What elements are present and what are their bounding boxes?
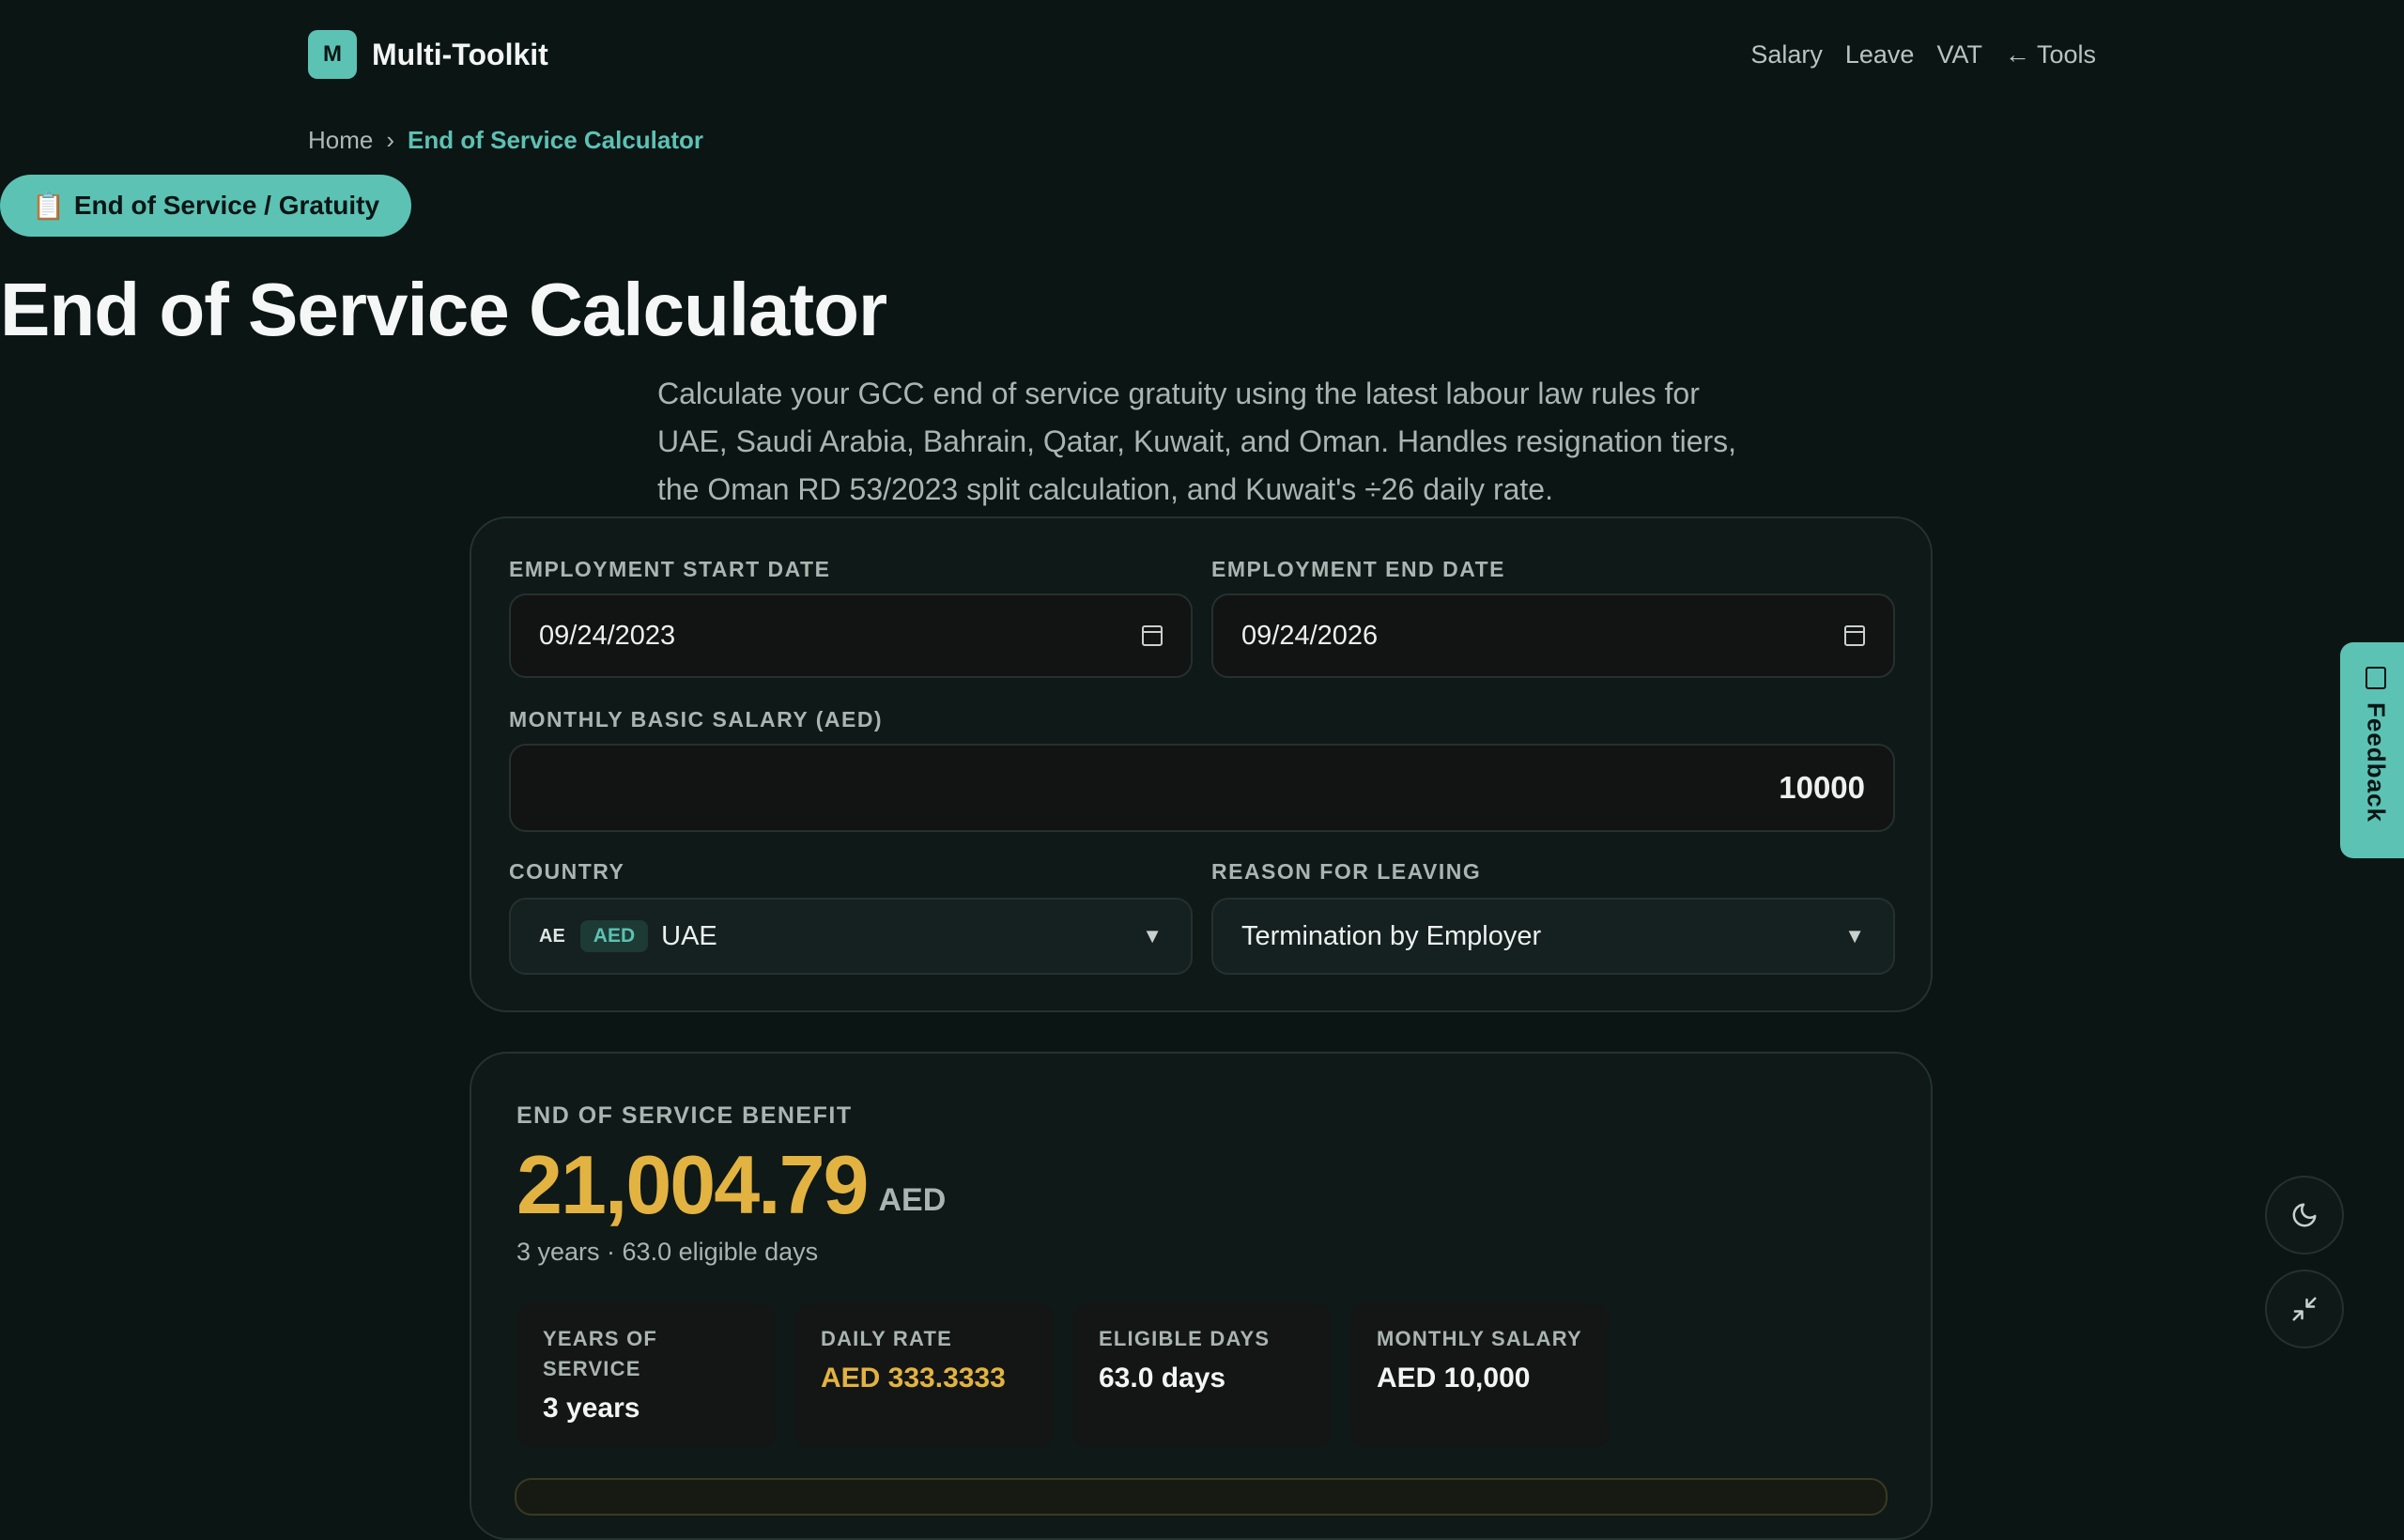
stat-value: AED 10,000 bbox=[1377, 1363, 1531, 1394]
logo-icon[interactable]: M bbox=[308, 30, 357, 79]
reason-select[interactable]: Termination by Employer ▼ bbox=[1211, 898, 1895, 975]
chevron-down-icon: ▼ bbox=[1844, 924, 1865, 947]
salary-value: 10000 bbox=[1779, 770, 1865, 805]
calculator-form-card: EMPLOYMENT START DATE 09/24/2023 EMPLOYM… bbox=[470, 516, 1933, 1012]
page-description: Calculate your GCC end of service gratui… bbox=[657, 377, 1737, 506]
country-label: COUNTRY bbox=[509, 859, 625, 884]
reason-value: Termination by Employer bbox=[1241, 920, 1542, 951]
stat-years: YEARS OF SERVICE 3 years bbox=[516, 1303, 776, 1448]
stat-value: AED 333.3333 bbox=[821, 1363, 1006, 1394]
top-nav: Salary Leave VAT ← Tools bbox=[1750, 36, 2096, 73]
result-label: END OF SERVICE BENEFIT bbox=[516, 1102, 853, 1129]
nav-salary[interactable]: Salary bbox=[1750, 36, 1823, 73]
brand-name[interactable]: Multi-Toolkit bbox=[372, 36, 548, 73]
breadcrumb-separator: › bbox=[386, 126, 395, 154]
nav-vat[interactable]: VAT bbox=[1936, 36, 1982, 73]
calendar-icon[interactable] bbox=[1844, 625, 1865, 646]
country-value: UAE bbox=[661, 920, 717, 951]
stat-eligible-days: ELIGIBLE DAYS 63.0 days bbox=[1072, 1303, 1332, 1448]
nav-leave[interactable]: Leave bbox=[1845, 36, 1915, 73]
stat-monthly-salary: MONTHLY SALARY AED 10,000 bbox=[1350, 1303, 1610, 1448]
info-note-box bbox=[515, 1478, 1888, 1516]
stat-label: DAILY RATE bbox=[821, 1327, 952, 1350]
result-summary: 3 years · 63.0 eligible days bbox=[516, 1238, 819, 1266]
result-amount-row: 21,004.79 AED bbox=[516, 1138, 946, 1232]
stat-value: 3 years bbox=[543, 1393, 640, 1424]
salary-label: MONTHLY BASIC SALARY (AED) bbox=[509, 707, 884, 732]
stat-daily-rate: DAILY RATE AED 333.3333 bbox=[794, 1303, 1054, 1448]
country-select[interactable]: AE AED UAE ▼ bbox=[509, 898, 1193, 975]
reason-label: REASON FOR LEAVING bbox=[1211, 859, 1482, 884]
collapse-button[interactable] bbox=[2265, 1270, 2344, 1348]
feedback-label: Feedback bbox=[2362, 702, 2391, 823]
end-date-label: EMPLOYMENT END DATE bbox=[1211, 557, 1506, 581]
salary-input[interactable]: 10000 bbox=[509, 744, 1895, 832]
nav-tools[interactable]: ← Tools bbox=[2005, 36, 2096, 73]
result-card: END OF SERVICE BENEFIT 21,004.79 AED 3 y… bbox=[470, 1052, 1933, 1540]
stat-label: ELIGIBLE DAYS bbox=[1099, 1327, 1271, 1350]
clipboard-icon: 📋 bbox=[32, 191, 65, 221]
theme-toggle-button[interactable] bbox=[2265, 1176, 2344, 1255]
calendar-icon[interactable] bbox=[1142, 625, 1163, 646]
category-badge: 📋 End of Service / Gratuity bbox=[0, 175, 412, 237]
start-date-value: 09/24/2023 bbox=[539, 620, 676, 651]
feedback-icon bbox=[2365, 667, 2386, 689]
breadcrumb-current: End of Service Calculator bbox=[408, 126, 704, 154]
stat-value: 63.0 days bbox=[1099, 1363, 1226, 1394]
currency-chip: AED bbox=[579, 920, 649, 952]
breadcrumb-home[interactable]: Home bbox=[308, 124, 373, 156]
start-date-input[interactable]: 09/24/2023 bbox=[509, 593, 1193, 678]
moon-icon bbox=[2292, 1203, 2317, 1227]
page-title: End of Service Calculator bbox=[0, 268, 887, 351]
stat-label: MONTHLY SALARY bbox=[1377, 1327, 1582, 1350]
result-unit: AED bbox=[878, 1182, 947, 1218]
start-date-label: EMPLOYMENT START DATE bbox=[509, 557, 831, 581]
feedback-tab[interactable]: Feedback bbox=[2340, 642, 2404, 858]
chevron-down-icon: ▼ bbox=[1142, 924, 1163, 947]
end-date-input[interactable]: 09/24/2026 bbox=[1211, 593, 1895, 678]
badge-label: End of Service / Gratuity bbox=[73, 191, 380, 220]
country-code: AE bbox=[539, 925, 565, 947]
stat-label: YEARS OF SERVICE bbox=[543, 1327, 658, 1380]
end-date-value: 09/24/2026 bbox=[1241, 620, 1379, 651]
collapse-icon bbox=[2292, 1297, 2317, 1321]
breadcrumb: Home › End of Service Calculator bbox=[308, 124, 703, 156]
result-amount: 21,004.79 bbox=[516, 1138, 869, 1231]
